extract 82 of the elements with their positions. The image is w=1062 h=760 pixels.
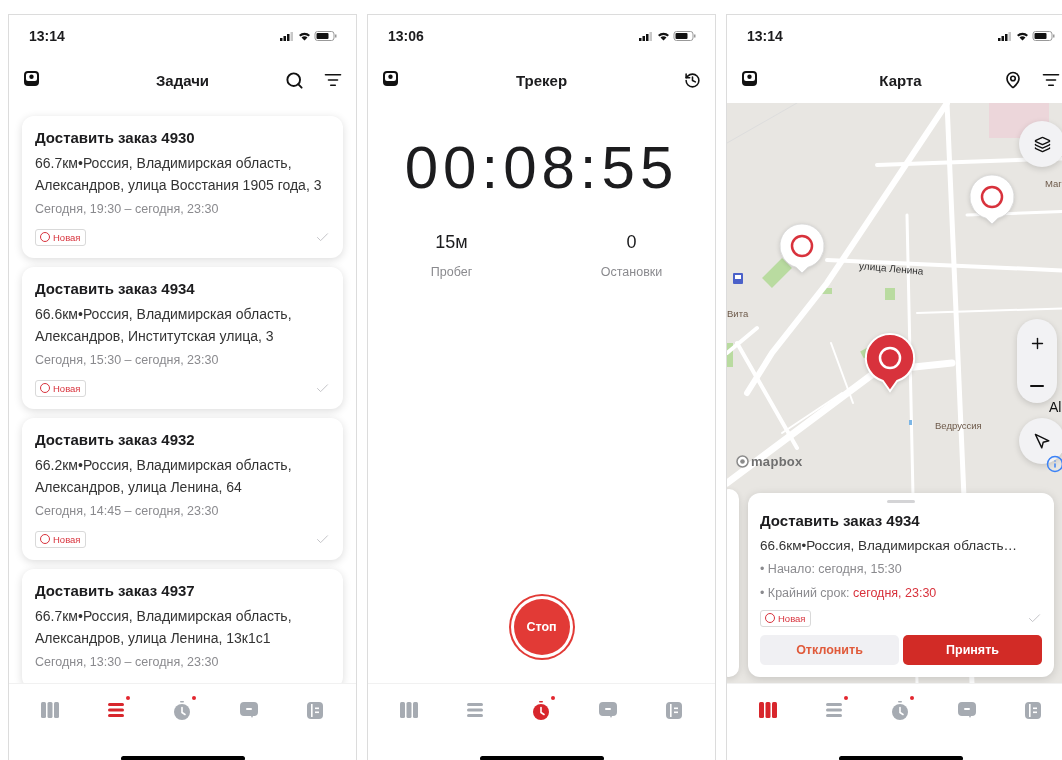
task-time: Сегодня, 15:30 – сегодня, 23:30: [35, 352, 220, 369]
mapbox-logo: mapbox: [736, 454, 803, 469]
map-view[interactable]: улица Ленина Вита Ведруссия Маг Al mapbox Доставить заказ 4934 66.6км•Россия, Владимирская область… • Начало: сегодня, 15:30 • Крайний срок: сегодня, 23:30 Новая Отклонить Принять: [727, 103, 1062, 683]
stat-value: 0: [626, 232, 637, 253]
elapsed-time: 00:08:55: [404, 133, 679, 202]
profile-icon[interactable]: [23, 69, 40, 87]
transit-icon: [733, 273, 743, 284]
stat-value: 15м: [435, 232, 468, 253]
locate-button[interactable]: [1019, 418, 1062, 464]
task-card[interactable]: Доставить заказ 4934 66.6км•Россия, Владимирская область, Александров, Институтская улица, 3 Сегодня, 15:30 – сегодня, 23:30 Новая: [22, 267, 343, 409]
profile-icon[interactable]: [741, 69, 758, 87]
filter-button[interactable]: [324, 71, 342, 89]
task-address: 66.2км•Россия, Владимирская область, Александров, улица Ленина, 64: [35, 456, 293, 497]
task-address: 66.6км•Россия, Владимирская область…: [760, 537, 1019, 555]
screen-title: Карта: [879, 71, 922, 89]
card-icon: [665, 701, 682, 719]
selected-map-marker[interactable]: [865, 333, 915, 393]
list-icon: [467, 703, 484, 717]
task-address: 66.7км•Россия, Владимирская область, Александров, улица Ленина, 13к1с1: [35, 607, 293, 648]
filter-button[interactable]: [1042, 71, 1060, 89]
columns-icon: [400, 702, 419, 718]
navigation-arrow-icon: [1033, 432, 1051, 450]
status-time: 13:14: [747, 28, 783, 44]
status-icons: [280, 30, 338, 42]
status-tag: Новая: [35, 228, 86, 246]
task-time: Сегодня, 19:30 – сегодня, 23:30: [35, 201, 220, 218]
stopwatch-icon: [174, 700, 191, 720]
minus-icon: [1030, 384, 1044, 387]
task-title: Доставить заказ 4934: [760, 511, 921, 531]
card-icon: [1024, 701, 1041, 719]
layers-icon: [1033, 135, 1051, 153]
screen-title: Задачи: [155, 71, 210, 89]
columns-icon: [759, 702, 778, 718]
history-button[interactable]: [684, 71, 701, 89]
status-tag: Новая: [35, 530, 86, 548]
status-time: 13:14: [29, 28, 65, 44]
stopwatch-icon: [892, 700, 909, 720]
task-card[interactable]: Доставить заказ 4937 66.7км•Россия, Владимирская область, Александров, улица Ленина, 13к1с1 Сегодня, 13:30 – сегодня, 23:30: [22, 569, 343, 683]
task-card[interactable]: Доставить заказ 4930 66.7км•Россия, Владимирская область, Александров, улица Восстания 1905 года, 3 Сегодня, 19:30 – сегодня, 23:30 Новая: [22, 116, 343, 258]
map-label: Ведруссия: [935, 420, 982, 431]
status-icons: [639, 30, 697, 42]
task-title: Доставить заказ 4932: [35, 430, 196, 450]
task-address: 66.6км•Россия, Владимирская область, Александров, Институтская улица, 3: [35, 305, 293, 346]
map-label: Маг: [1045, 178, 1062, 189]
deadline-label: • Крайний срок:: [760, 586, 851, 600]
map-pin-button[interactable]: [1004, 71, 1022, 89]
card-icon: [306, 701, 323, 719]
task-card[interactable]: Доставить заказ 4932 66.2км•Россия, Владимирская область, Александров, улица Ленина, 64 Сегодня, 14:45 – сегодня, 23:30 Новая: [22, 418, 343, 560]
deadline-value: сегодня, 23:30: [852, 586, 937, 600]
status-icons: [998, 30, 1056, 42]
chat-bubble-icon: [598, 702, 617, 718]
zoom-out-button[interactable]: [1030, 384, 1044, 387]
task-title: Доставить заказ 4937: [35, 581, 196, 601]
start-time: • Начало: сегодня, 15:30: [760, 561, 903, 578]
map-label: Al: [1049, 399, 1062, 415]
task-title: Доставить заказ 4934: [35, 279, 196, 299]
accept-button[interactable]: Принять: [903, 635, 1042, 665]
info-icon[interactable]: [1046, 455, 1062, 473]
screen-title: Трекер: [515, 71, 568, 89]
status-tag: Новая: [35, 379, 86, 397]
layers-button[interactable]: [1019, 121, 1062, 167]
chat-bubble-icon: [239, 702, 258, 718]
map-label: улица Ленина: [858, 260, 924, 277]
stopwatch-icon: [533, 700, 550, 720]
task-time: Сегодня, 13:30 – сегодня, 23:30: [35, 654, 220, 671]
columns-icon: [41, 702, 60, 718]
map-marker[interactable]: [969, 174, 1015, 225]
map-marker[interactable]: [779, 223, 825, 274]
status-tag: Новая: [760, 609, 811, 627]
stat-label: Остановки: [600, 265, 663, 279]
chat-bubble-icon: [957, 702, 976, 718]
list-icon: [108, 703, 125, 717]
search-button[interactable]: [285, 70, 304, 90]
task-time: Сегодня, 14:45 – сегодня, 23:30: [35, 503, 220, 520]
profile-icon[interactable]: [382, 69, 399, 87]
stat-label: Пробег: [430, 265, 473, 279]
task-address: 66.7км•Россия, Владимирская область, Александров, улица Восстания 1905 года, 3: [35, 154, 323, 195]
task-title: Доставить заказ 4930: [35, 128, 196, 148]
status-time: 13:06: [388, 28, 424, 44]
drag-handle[interactable]: [887, 500, 915, 503]
list-icon: [826, 703, 843, 717]
map-label: Вита: [727, 308, 749, 319]
